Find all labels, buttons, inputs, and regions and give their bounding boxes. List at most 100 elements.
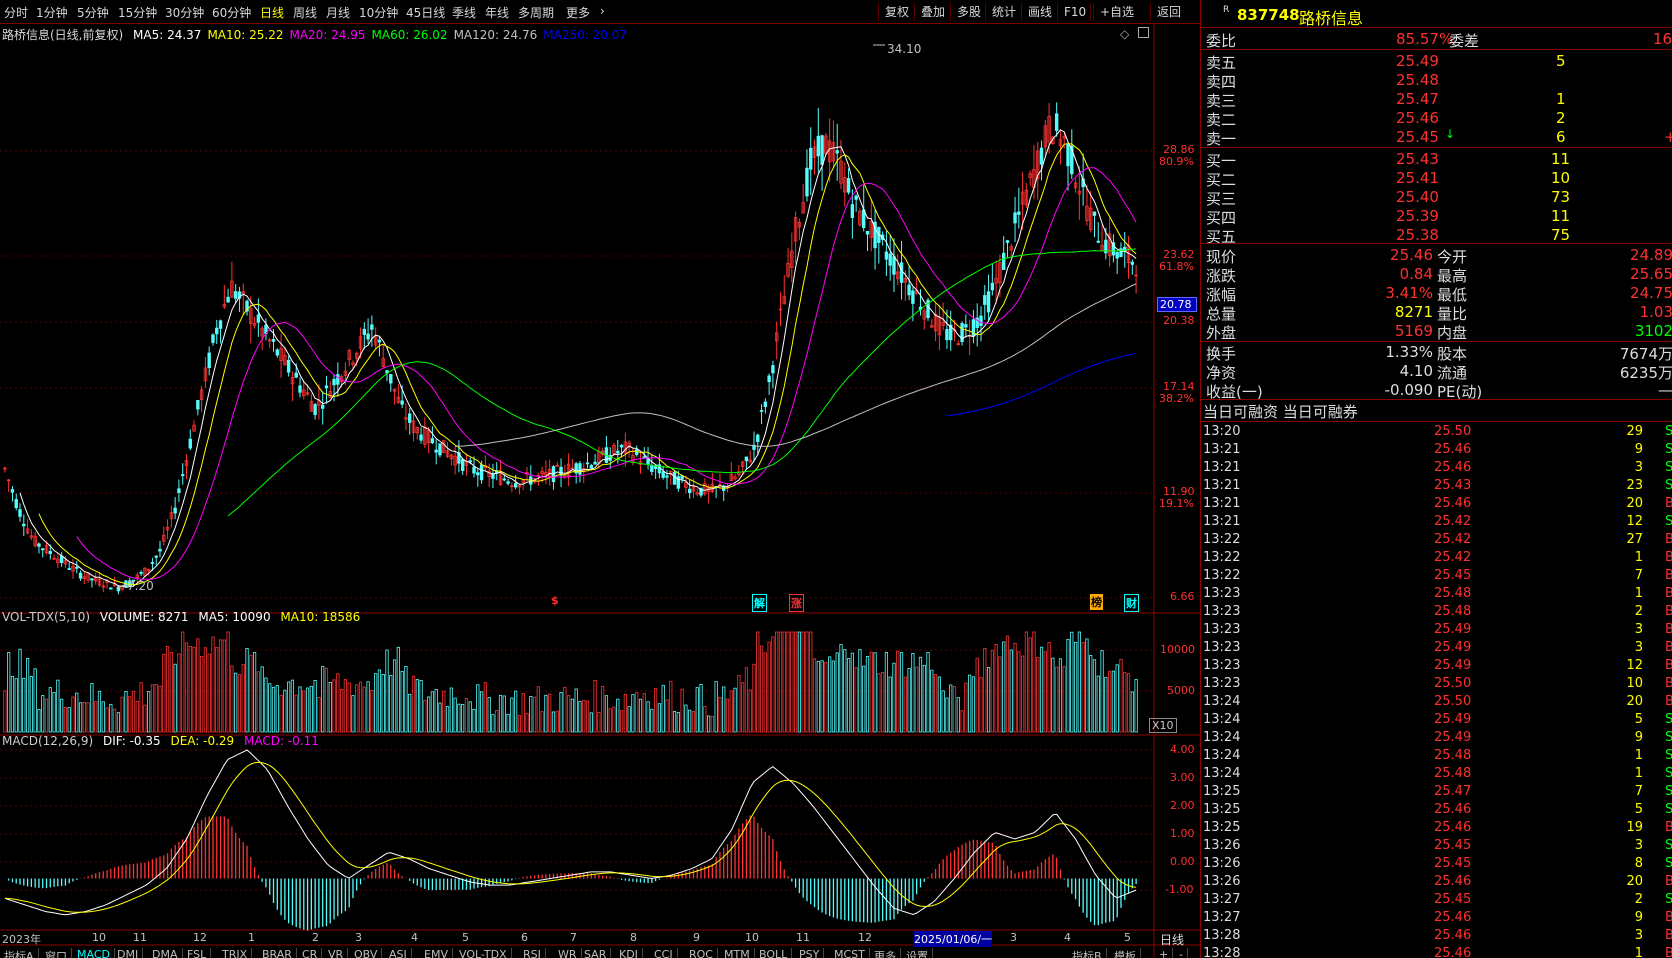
volume-bar bbox=[483, 682, 487, 733]
volume-bar bbox=[752, 663, 756, 733]
tab-kdj[interactable]: KDJ bbox=[615, 948, 643, 958]
volume-bar bbox=[294, 694, 298, 733]
stock-chart[interactable]: 34.10 7.20 bbox=[0, 0, 1200, 958]
candle-body bbox=[559, 466, 563, 476]
tick-row: 13:22 25.42 27 B bbox=[1203, 532, 1672, 547]
volume-bar bbox=[650, 708, 654, 733]
candle-body bbox=[1039, 147, 1044, 165]
period-tag: 日线 bbox=[1160, 933, 1185, 947]
volume-bar bbox=[449, 687, 453, 733]
volume-bar bbox=[94, 701, 98, 733]
volume-bar bbox=[540, 711, 544, 733]
tab-brar[interactable]: BRAR bbox=[258, 948, 297, 958]
tab-template[interactable]: 模板 bbox=[1110, 948, 1141, 958]
tick-row: 13:28 25.46 1 B bbox=[1203, 946, 1672, 958]
pct-tick: 19.1% bbox=[1159, 497, 1194, 510]
volume-bar bbox=[139, 682, 143, 733]
volume-bar bbox=[313, 680, 317, 733]
event-unlock-mark[interactable]: 解 bbox=[752, 594, 767, 612]
tab-更多[interactable]: 更多 bbox=[870, 948, 901, 958]
tab-roc[interactable]: ROC bbox=[685, 948, 718, 958]
volume-bar bbox=[3, 690, 7, 733]
volume-bar bbox=[521, 693, 525, 733]
weibi-row: 委比 85.57% 委差 16 bbox=[1206, 30, 1672, 50]
tab-vol-tdx[interactable]: VOL-TDX bbox=[455, 948, 512, 958]
candle-body bbox=[313, 404, 317, 416]
volume-bar bbox=[317, 697, 321, 733]
volume-bar bbox=[619, 710, 624, 733]
candle-body bbox=[366, 333, 370, 340]
candle-body bbox=[472, 466, 476, 474]
volume-bar bbox=[256, 671, 260, 733]
tab-wr[interactable]: WR bbox=[554, 948, 582, 958]
peak-label: 34.10 bbox=[887, 42, 921, 56]
volume-bar bbox=[63, 706, 68, 733]
bid-row: 买四 25.39 11 bbox=[1206, 207, 1571, 227]
date-tick: 2023年 bbox=[2, 933, 41, 946]
volume-bar bbox=[340, 688, 344, 733]
date-tick: 2 bbox=[312, 931, 319, 944]
tab-sar[interactable]: SAR bbox=[580, 948, 612, 958]
candle-body bbox=[211, 334, 215, 343]
event-dividend-mark[interactable]: $ bbox=[550, 594, 560, 607]
volume-bar bbox=[1032, 631, 1036, 733]
event-limit-up-mark[interactable]: 涨 bbox=[789, 594, 804, 612]
candle-body bbox=[150, 562, 155, 564]
tab-psy[interactable]: PSY bbox=[795, 948, 825, 958]
tab-rsi[interactable]: RSI bbox=[519, 948, 546, 958]
volume-bar bbox=[502, 695, 506, 733]
tab-cr[interactable]: CR bbox=[298, 948, 323, 958]
volume-bar bbox=[574, 688, 578, 733]
candle-body bbox=[468, 460, 472, 463]
tab-窗口[interactable]: 窗口 bbox=[41, 948, 72, 958]
quote-row: 总量 8271 量比 1.03 bbox=[1206, 303, 1672, 323]
tab-mtm[interactable]: MTM bbox=[720, 948, 755, 958]
tab-mcst[interactable]: MCST bbox=[830, 948, 870, 958]
tab-emv[interactable]: EMV bbox=[420, 948, 453, 958]
volume-bar bbox=[1017, 651, 1021, 733]
volume-bar bbox=[147, 691, 151, 733]
volume-bar bbox=[173, 663, 177, 733]
tab-cci[interactable]: CCI bbox=[650, 948, 678, 958]
zoom-out-button[interactable]: - bbox=[1175, 948, 1188, 958]
zoom-in-button[interactable]: + bbox=[1155, 948, 1174, 958]
tab-vr[interactable]: VR bbox=[324, 948, 349, 958]
volume-bar bbox=[691, 711, 696, 733]
candle-body bbox=[177, 488, 181, 493]
volume-bar bbox=[858, 649, 862, 733]
tab-dma[interactable]: DMA bbox=[148, 948, 183, 958]
tab-指标a[interactable]: 指标A bbox=[0, 948, 39, 958]
volume-bar bbox=[158, 685, 162, 733]
tab-dmi[interactable]: DMI bbox=[113, 948, 144, 958]
volume-bar bbox=[661, 684, 665, 733]
macd-legend-name: MACD(12,26,9) bbox=[2, 734, 94, 748]
volume-bar bbox=[907, 668, 911, 733]
tick-row: 13:21 25.42 12 S bbox=[1203, 514, 1672, 529]
tick-row: 13:22 25.42 1 B bbox=[1203, 550, 1672, 565]
candle-body bbox=[884, 251, 889, 260]
tab-fsl[interactable]: FSL bbox=[183, 948, 212, 958]
tab-设置[interactable]: 设置 bbox=[902, 948, 933, 958]
candle-body bbox=[907, 284, 911, 296]
candle-body bbox=[377, 339, 382, 343]
candle-body bbox=[324, 385, 329, 389]
volume-bar bbox=[154, 684, 158, 733]
tab-macd[interactable]: MACD bbox=[73, 948, 115, 958]
volume-bar bbox=[839, 644, 843, 733]
volume-bar bbox=[926, 652, 930, 733]
event-list-mark[interactable]: 榜 bbox=[1090, 594, 1103, 610]
tab-obv[interactable]: OBV bbox=[350, 948, 383, 958]
volume-bar bbox=[165, 646, 170, 733]
tab-asi[interactable]: ASI bbox=[385, 948, 412, 958]
tab-trix[interactable]: TRIX bbox=[218, 948, 253, 958]
volume-bar bbox=[797, 631, 801, 733]
candle-body bbox=[1005, 240, 1010, 243]
event-finance-mark[interactable]: 财 bbox=[1124, 594, 1139, 612]
volume-bar bbox=[468, 701, 472, 733]
tab-indicator-b[interactable]: 指标B bbox=[1068, 948, 1107, 958]
volume-bar bbox=[597, 712, 601, 733]
tab-boll[interactable]: BOLL bbox=[755, 948, 793, 958]
volume-bar bbox=[37, 708, 41, 733]
date-tick: 11 bbox=[796, 931, 810, 944]
volume-bar bbox=[1085, 638, 1089, 733]
